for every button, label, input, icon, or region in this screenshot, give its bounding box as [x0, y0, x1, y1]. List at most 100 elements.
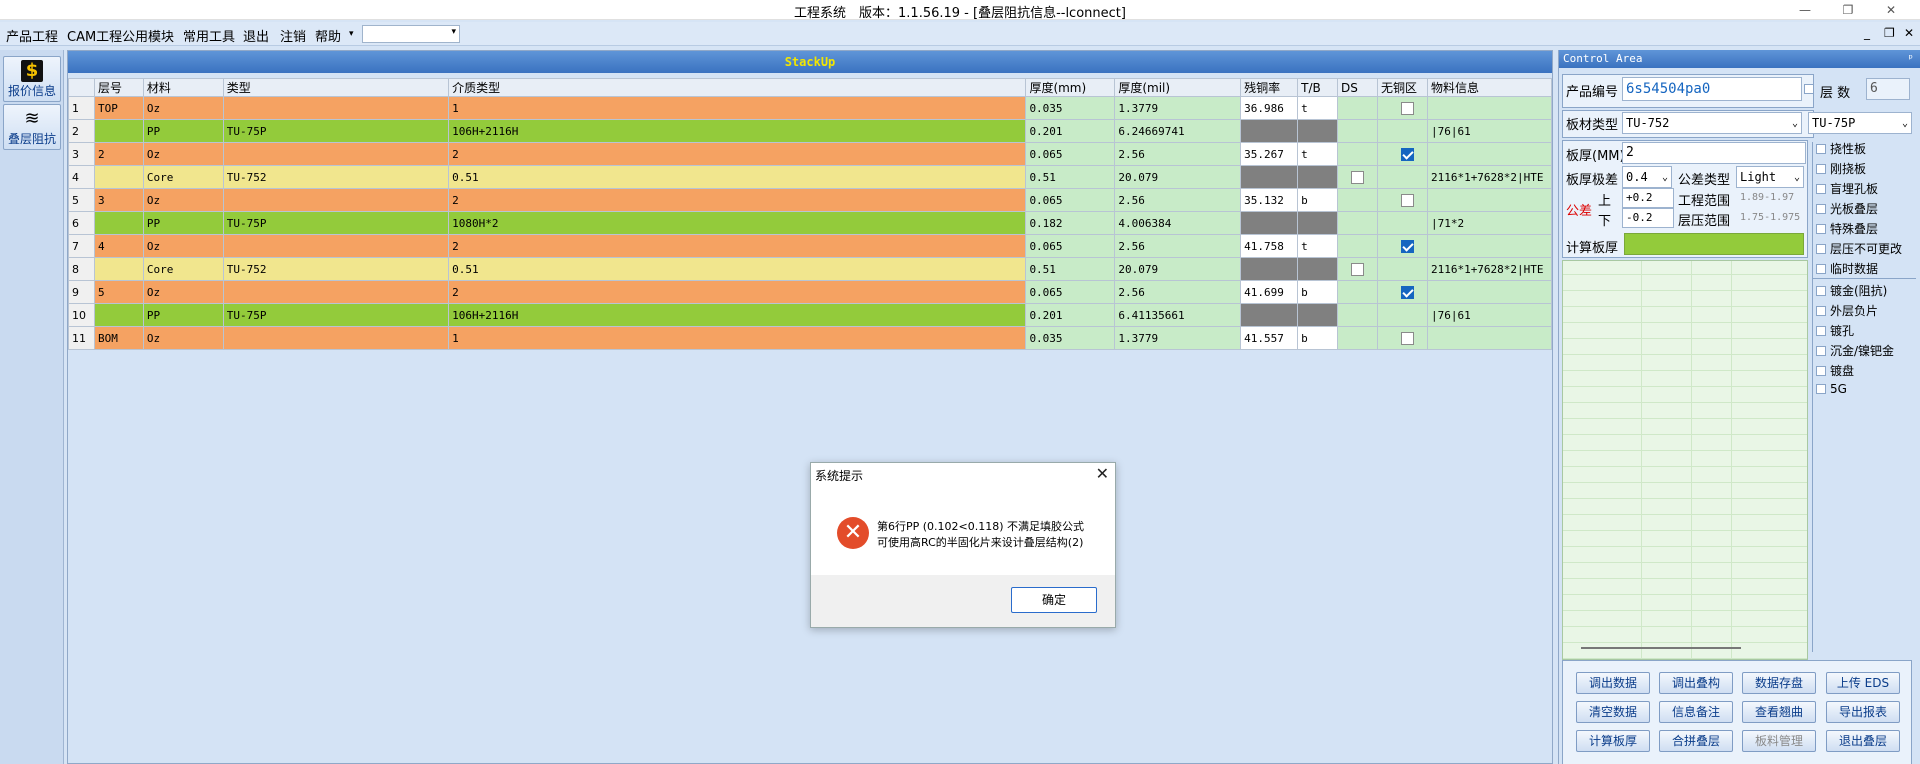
table-row[interactable]: 4 Core TU-752 0.51 0.51 20.079 2116*1+7628*2|H…	[68, 165, 1553, 189]
ok-button[interactable]: 确定	[1011, 587, 1097, 613]
cell-thickness-mm[interactable]: 0.035	[1025, 326, 1116, 350]
no-copper-checkbox[interactable]	[1401, 147, 1414, 161]
row-number[interactable]: 11	[68, 326, 95, 350]
cell-layer[interactable]: 4	[93, 234, 144, 258]
cell-ds[interactable]	[1337, 188, 1378, 212]
table-row[interactable]: 11 BOM Oz 1 0.035 1.3779 41.557 b	[68, 326, 1553, 350]
option-checkbox[interactable]: 镀盘	[1816, 362, 1854, 379]
row-number[interactable]: 1	[68, 96, 95, 120]
row-number[interactable]: 5	[68, 188, 95, 212]
no-copper-checkbox[interactable]	[1401, 285, 1414, 299]
col-header[interactable]: 介质类型	[448, 78, 1027, 97]
cell-material-info[interactable]: 2116*1+7628*2|HTE	[1426, 165, 1553, 189]
close-icon[interactable]: ✕	[1876, 1, 1906, 19]
table-row[interactable]: 3 2 Oz 2 0.065 2.56 35.267 t	[68, 142, 1553, 166]
cell-tb[interactable]: b	[1297, 326, 1339, 350]
cell-type[interactable]	[222, 326, 450, 350]
menu-product-eng[interactable]: 产品工程	[6, 26, 58, 45]
cell-layer[interactable]: BOM	[93, 326, 144, 350]
col-header[interactable]: 无铜区	[1377, 78, 1428, 97]
cell-material[interactable]: Core	[142, 165, 224, 189]
cell-material-info[interactable]	[1426, 280, 1553, 304]
row-number[interactable]: 7	[68, 234, 95, 258]
cell-material[interactable]: PP	[142, 211, 224, 235]
table-row[interactable]: 1 TOP Oz 1 0.035 1.3779 36.986 t	[68, 96, 1553, 120]
cell-material-info[interactable]: 2116*1+7628*2|HTE	[1426, 257, 1553, 281]
no-copper-checkbox[interactable]	[1401, 193, 1414, 207]
cell-dielectric[interactable]: 1080H*2	[448, 211, 1027, 235]
cell-thickness-mil[interactable]: 6.24669741	[1114, 119, 1242, 143]
row-number[interactable]: 9	[68, 280, 95, 304]
cell-thickness-mm[interactable]: 0.51	[1025, 165, 1116, 189]
cell-ds[interactable]	[1337, 234, 1378, 258]
cell-material[interactable]: Oz	[142, 326, 224, 350]
col-header[interactable]: 类型	[222, 78, 450, 97]
option-checkbox[interactable]: 外层负片	[1816, 302, 1878, 319]
cell-type[interactable]: TU-752	[222, 165, 450, 189]
option-checkbox[interactable]: 挠性板	[1816, 140, 1866, 157]
no-copper-checkbox[interactable]	[1401, 331, 1414, 345]
cell-thickness-mm[interactable]: 0.201	[1025, 119, 1116, 143]
cell-tb[interactable]	[1297, 119, 1339, 143]
cell-dielectric[interactable]: 1	[448, 96, 1027, 120]
cell-type[interactable]: TU-75P	[222, 211, 450, 235]
board-type2-select[interactable]: TU-75P ⌄	[1808, 112, 1912, 134]
option-checkbox[interactable]: 沉金/镍钯金	[1816, 342, 1894, 359]
cell-tb[interactable]: b	[1297, 188, 1339, 212]
cell-no-copper[interactable]	[1377, 303, 1428, 327]
sidebar-item-stackup[interactable]: ≋ 叠层阻抗	[3, 104, 61, 150]
menu-help[interactable]: 帮助	[315, 26, 341, 45]
cell-no-copper[interactable]	[1377, 211, 1428, 235]
action-button[interactable]: 数据存盘	[1742, 672, 1816, 694]
cell-thickness-mil[interactable]: 20.079	[1114, 257, 1242, 281]
cell-material[interactable]: Oz	[142, 142, 224, 166]
cell-dielectric[interactable]: 106H+2116H	[448, 119, 1027, 143]
action-button[interactable]: 计算板厚	[1576, 730, 1650, 752]
cell-dielectric[interactable]: 2	[448, 280, 1027, 304]
option-checkbox[interactable]: 盲埋孔板	[1816, 180, 1878, 197]
mdi-restore-icon[interactable]: ❐	[1884, 26, 1895, 40]
action-button[interactable]: 板料管理	[1742, 730, 1816, 752]
row-number[interactable]: 2	[68, 119, 95, 143]
cell-material[interactable]: Core	[142, 257, 224, 281]
cell-thickness-mm[interactable]: 0.51	[1025, 257, 1116, 281]
mdi-minimize-icon[interactable]: _	[1864, 26, 1870, 40]
table-row[interactable]: 5 3 Oz 2 0.065 2.56 35.132 b	[68, 188, 1553, 212]
row-number[interactable]: 10	[68, 303, 95, 327]
cell-dielectric[interactable]: 106H+2116H	[448, 303, 1027, 327]
cell-ds[interactable]	[1337, 280, 1378, 304]
action-button[interactable]: 退出叠层	[1826, 730, 1900, 752]
no-copper-checkbox[interactable]	[1401, 101, 1414, 115]
col-header[interactable]: 物料信息	[1426, 78, 1553, 97]
cell-thickness-mil[interactable]: 2.56	[1114, 188, 1242, 212]
cell-material-info[interactable]	[1426, 188, 1553, 212]
cell-dielectric[interactable]: 2	[448, 188, 1027, 212]
cell-thickness-mil[interactable]: 4.006384	[1114, 211, 1242, 235]
cell-copper-ratio[interactable]	[1240, 119, 1299, 143]
ds-checkbox[interactable]	[1351, 170, 1365, 184]
table-row[interactable]: 7 4 Oz 2 0.065 2.56 41.758 t	[68, 234, 1553, 258]
table-row[interactable]: 9 5 Oz 2 0.065 2.56 41.699 b	[68, 280, 1553, 304]
cell-no-copper[interactable]	[1377, 257, 1428, 281]
cell-type[interactable]: TU-75P	[222, 303, 450, 327]
chart-scrollbar[interactable]	[1581, 647, 1741, 649]
action-button[interactable]: 信息备注	[1659, 701, 1733, 723]
cell-material[interactable]: PP	[142, 119, 224, 143]
cell-dielectric[interactable]: 0.51	[448, 165, 1027, 189]
cell-ds[interactable]	[1337, 165, 1378, 189]
cell-material-info[interactable]: |76|61	[1426, 119, 1553, 143]
cell-copper-ratio[interactable]	[1240, 165, 1299, 189]
cell-copper-ratio[interactable]	[1240, 303, 1299, 327]
cell-type[interactable]	[222, 142, 450, 166]
dialog-close-icon[interactable]: ✕	[1096, 464, 1109, 483]
cell-type[interactable]: TU-752	[222, 257, 450, 281]
cell-ds[interactable]	[1337, 211, 1378, 235]
cell-type[interactable]: TU-75P	[222, 119, 450, 143]
cell-copper-ratio[interactable]	[1240, 211, 1299, 235]
cell-ds[interactable]	[1337, 96, 1378, 120]
option-checkbox[interactable]: 特殊叠层	[1816, 220, 1878, 237]
cell-copper-ratio[interactable]: 35.132	[1240, 188, 1299, 212]
cell-no-copper[interactable]	[1377, 165, 1428, 189]
col-header[interactable]: 厚度(mm)	[1025, 78, 1116, 97]
cell-material[interactable]: Oz	[142, 188, 224, 212]
